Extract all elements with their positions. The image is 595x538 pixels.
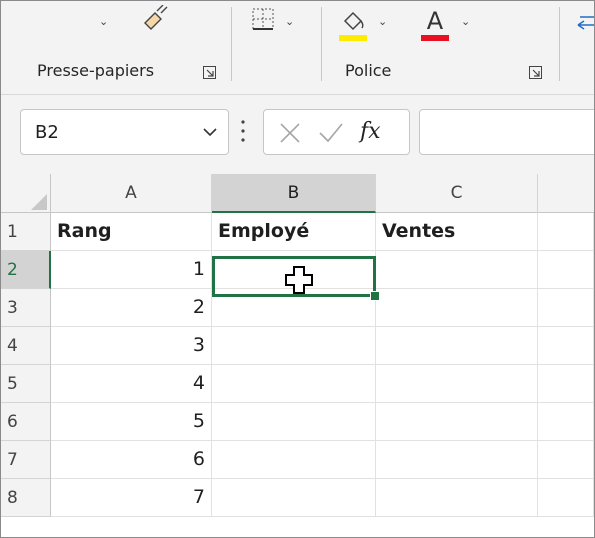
cell-d6[interactable] <box>538 403 594 441</box>
column-header-c[interactable]: C <box>376 174 538 213</box>
ribbon-divider <box>231 7 232 81</box>
cell-a3[interactable]: 2 <box>51 289 212 327</box>
cell-d8[interactable] <box>538 479 594 517</box>
formula-buttons: fx <box>263 109 410 155</box>
fill-color-icon[interactable] <box>339 5 367 43</box>
cell-c2[interactable] <box>376 251 538 289</box>
cell-b6[interactable] <box>212 403 376 441</box>
column-header-d[interactable] <box>538 174 594 213</box>
indent-icon[interactable] <box>576 11 594 35</box>
row-header-4[interactable]: 4 <box>1 327 51 365</box>
font-color-dropdown-chevron-icon[interactable]: ⌄ <box>461 17 470 28</box>
svg-text:A: A <box>427 7 444 35</box>
fill-handle[interactable] <box>370 291 380 301</box>
row-header-6[interactable]: 6 <box>1 403 51 441</box>
name-box[interactable]: B2 <box>20 109 229 155</box>
cell-a7[interactable]: 6 <box>51 441 212 479</box>
row-header-7[interactable]: 7 <box>1 441 51 479</box>
clipboard-group-label: Presse-papiers <box>37 61 155 80</box>
cell-b1[interactable]: Employé <box>212 213 376 251</box>
font-color-icon[interactable]: A <box>421 5 449 43</box>
cell-c3[interactable] <box>376 289 538 327</box>
column-header-a[interactable]: A <box>51 174 212 213</box>
formula-input[interactable] <box>419 109 594 155</box>
font-group-label: Police <box>345 61 392 80</box>
cell-c5[interactable] <box>376 365 538 403</box>
cell-c6[interactable] <box>376 403 538 441</box>
excel-window: ⌄ ⌄ ⌄ A ⌄ Presse-papiers Police B2 fx A … <box>0 0 595 538</box>
cell-d7[interactable] <box>538 441 594 479</box>
cell-b7[interactable] <box>212 441 376 479</box>
paste-dropdown-chevron-icon[interactable]: ⌄ <box>99 17 108 28</box>
row-header-1[interactable]: 1 <box>1 213 51 251</box>
cell-b8[interactable] <box>212 479 376 517</box>
cell-d3[interactable] <box>538 289 594 327</box>
row-header-2[interactable]: 2 <box>1 251 51 289</box>
fill-color-dropdown-chevron-icon[interactable]: ⌄ <box>378 17 387 28</box>
row-header-5[interactable]: 5 <box>1 365 51 403</box>
cell-a2[interactable]: 1 <box>51 251 212 289</box>
select-all-corner[interactable] <box>1 174 51 213</box>
worksheet-grid[interactable]: A B C 1 2 3 4 5 6 7 8 Rang Employé Vente… <box>1 174 594 537</box>
cell-a4[interactable]: 3 <box>51 327 212 365</box>
select-all-triangle-icon <box>31 194 47 210</box>
cell-d5[interactable] <box>538 365 594 403</box>
font-launcher-icon[interactable] <box>529 66 542 79</box>
cell-b4[interactable] <box>212 327 376 365</box>
borders-dropdown-chevron-icon[interactable]: ⌄ <box>285 17 294 28</box>
drag-handle-icon[interactable] <box>241 118 245 144</box>
column-header-b[interactable]: B <box>212 174 376 213</box>
cell-c8[interactable] <box>376 479 538 517</box>
row-header-3[interactable]: 3 <box>1 289 51 327</box>
cell-a8[interactable]: 7 <box>51 479 212 517</box>
cell-c4[interactable] <box>376 327 538 365</box>
cell-d4[interactable] <box>538 327 594 365</box>
row-header-8[interactable]: 8 <box>1 479 51 517</box>
ribbon: ⌄ ⌄ ⌄ A ⌄ Presse-papiers Police <box>1 1 594 95</box>
cell-c1[interactable]: Ventes <box>376 213 538 251</box>
borders-icon[interactable] <box>251 7 275 31</box>
cancel-icon[interactable] <box>278 121 302 145</box>
cell-d2[interactable] <box>538 251 594 289</box>
ribbon-divider <box>559 7 560 81</box>
cell-d1[interactable] <box>538 213 594 251</box>
ribbon-divider <box>321 7 322 81</box>
cell-c7[interactable] <box>376 441 538 479</box>
name-box-value: B2 <box>35 122 59 143</box>
cell-b5[interactable] <box>212 365 376 403</box>
clipboard-launcher-icon[interactable] <box>203 66 216 79</box>
enter-check-icon[interactable] <box>318 121 344 145</box>
chevron-down-icon[interactable] <box>202 124 218 140</box>
cell-select-cursor-icon <box>285 266 313 294</box>
cell-a6[interactable]: 5 <box>51 403 212 441</box>
cell-a1[interactable]: Rang <box>51 213 212 251</box>
cell-a5[interactable]: 4 <box>51 365 212 403</box>
format-painter-icon[interactable] <box>141 5 169 33</box>
insert-function-button[interactable]: fx <box>360 119 381 144</box>
